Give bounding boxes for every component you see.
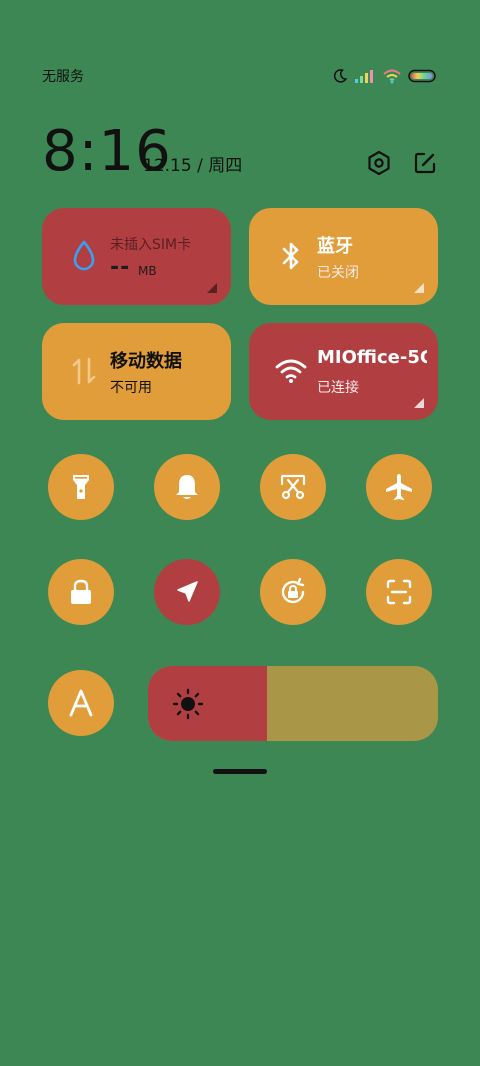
flashlight-toggle[interactable]	[48, 454, 114, 520]
moon-icon	[332, 68, 348, 84]
mobile-data-usage-tile[interactable]: 未插入SIM卡 -- MB	[42, 208, 231, 305]
clock-row: 8:16 12.15 / 周四	[42, 120, 438, 184]
sim-status-text: 未插入SIM卡	[110, 237, 192, 253]
bluetooth-title: 蓝牙	[317, 236, 353, 257]
wifi-status: 已连接	[317, 380, 359, 396]
rotation-lock-toggle[interactable]	[260, 559, 326, 625]
lock-screen-toggle[interactable]	[48, 559, 114, 625]
mobile-data-tile[interactable]: 移动数据 不可用	[42, 323, 231, 420]
clock-actions	[366, 150, 438, 176]
carrier-text: 无服务	[42, 69, 84, 85]
wifi-icon	[382, 68, 402, 84]
screenshot-toggle[interactable]	[260, 454, 326, 520]
brightness-slider-fill	[148, 666, 267, 741]
wifi-tile[interactable]: MIOffice-5G 已连接	[249, 323, 438, 420]
tile-corner-indicator	[414, 398, 424, 408]
water-drop-icon	[66, 238, 102, 274]
bell-icon	[173, 472, 201, 502]
scan-icon	[384, 577, 414, 607]
status-bar: 无服务	[42, 64, 438, 88]
location-toggle[interactable]	[154, 559, 220, 625]
status-icons	[332, 68, 438, 84]
data-usage-value: --	[110, 255, 131, 280]
rotation-lock-icon	[277, 576, 309, 608]
data-arrows-icon	[66, 353, 102, 389]
mobile-data-status: 不可用	[110, 380, 152, 396]
flashlight-icon	[68, 472, 94, 502]
lock-icon	[68, 578, 94, 606]
airplane-mode-toggle[interactable]	[366, 454, 432, 520]
edit-icon[interactable]	[412, 150, 438, 176]
sun-icon	[172, 688, 204, 724]
signal-icon	[354, 68, 376, 84]
ring-toggle[interactable]	[154, 454, 220, 520]
auto-brightness-icon	[66, 688, 96, 718]
airplane-icon	[384, 472, 414, 502]
clock-date: 12.15 / 周四	[143, 156, 243, 176]
tile-corner-indicator	[207, 283, 217, 293]
scanner-toggle[interactable]	[366, 559, 432, 625]
control-center-handle[interactable]	[213, 769, 267, 774]
data-usage-unit: MB	[138, 264, 157, 278]
bluetooth-tile[interactable]: 蓝牙 已关闭	[249, 208, 438, 305]
brightness-slider[interactable]	[148, 666, 438, 741]
location-arrow-icon	[173, 578, 201, 606]
wifi-icon	[273, 353, 309, 389]
bluetooth-icon	[273, 238, 309, 274]
auto-brightness-toggle[interactable]	[48, 670, 114, 736]
settings-icon[interactable]	[366, 150, 392, 176]
wifi-network-name: MIOffice-5G	[317, 347, 427, 368]
mobile-data-title: 移动数据	[110, 351, 182, 372]
scissors-icon	[278, 472, 308, 502]
bluetooth-status: 已关闭	[317, 265, 359, 281]
battery-icon	[408, 69, 438, 83]
tile-corner-indicator	[414, 283, 424, 293]
